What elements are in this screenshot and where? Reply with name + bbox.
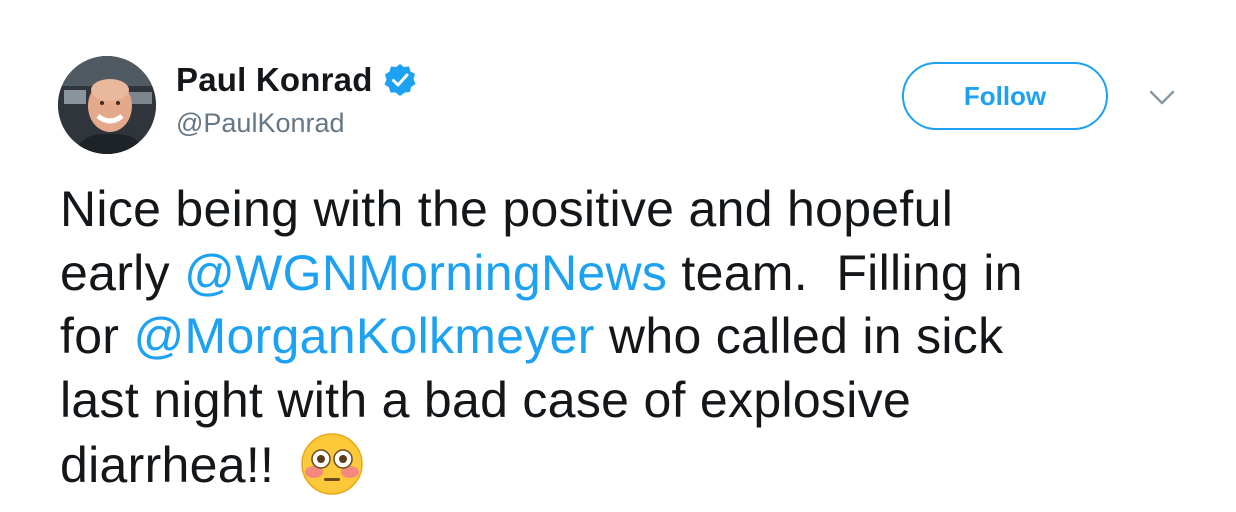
tweet-text-segment: last night with a bad case of explosive bbox=[60, 371, 912, 428]
user-handle[interactable]: @PaulKonrad bbox=[176, 108, 345, 139]
tweet-text: Nice being with the positive and hopeful… bbox=[60, 178, 1200, 496]
tweet-line: Nice being with the positive and hopeful bbox=[60, 178, 1200, 242]
display-name[interactable]: Paul Konrad bbox=[176, 61, 373, 99]
mention-link-morgankolkmeyer[interactable]: @MorganKolkmeyer bbox=[133, 308, 594, 364]
tweet-text-segment: Nice being with the positive and hopeful bbox=[60, 181, 954, 237]
verified-badge-icon bbox=[383, 63, 417, 97]
tweet-line: diarrhea!! bbox=[60, 432, 1200, 496]
tweet-line: for @MorganKolkmeyer who called in sick bbox=[60, 305, 1200, 369]
follow-button[interactable]: Follow bbox=[902, 62, 1108, 130]
avatar[interactable] bbox=[58, 56, 156, 154]
name-row: Paul Konrad bbox=[176, 60, 417, 100]
tweet-line: early @WGNMorningNews team. Filling in bbox=[60, 242, 1200, 306]
tweet-line: last night with a bad case of explosive bbox=[60, 369, 1200, 433]
flushed-face-emoji-icon bbox=[300, 432, 364, 496]
tweet-text-segment: team. Filling in bbox=[667, 244, 1023, 301]
tweet-text-segment: diarrhea!! bbox=[60, 437, 289, 493]
tweet-card: Paul Konrad @PaulKonrad Follow Nice bein… bbox=[0, 0, 1236, 506]
mention-link-wgnmorningnews[interactable]: @WGNMorningNews bbox=[184, 245, 667, 301]
chevron-down-icon[interactable] bbox=[1148, 88, 1176, 108]
profile-photo-icon bbox=[58, 56, 156, 154]
tweet-text-segment: for bbox=[60, 308, 134, 364]
tweet-text-segment: early bbox=[60, 244, 185, 301]
tweet-text-segment: who called in sick bbox=[594, 308, 1004, 364]
